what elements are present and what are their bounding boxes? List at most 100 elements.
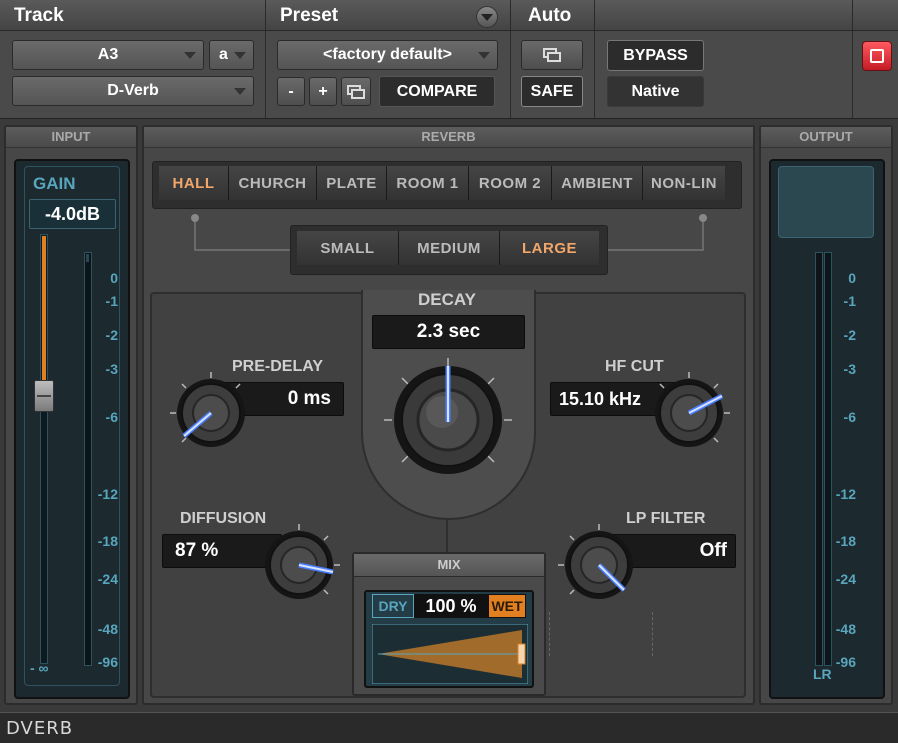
mix-slider[interactable] — [372, 624, 528, 684]
input-scale-label: -6 — [105, 409, 118, 425]
output-meter-left — [815, 252, 823, 666]
input-scale-label: -3 — [105, 361, 118, 377]
output-scale-label: -18 — [835, 533, 856, 549]
track-selector[interactable]: A3 — [12, 40, 204, 70]
copy-settings-button[interactable] — [341, 77, 371, 106]
output-scale-label: -12 — [835, 486, 856, 502]
reverb-title: REVERB — [144, 127, 753, 148]
algorithm-ambient[interactable]: AMBIENT — [552, 166, 643, 200]
output-scale-label: -3 — [843, 361, 856, 377]
output-meter-right — [824, 252, 832, 666]
mix-dry-label[interactable]: DRY — [372, 594, 414, 618]
gain-fader-fill — [42, 236, 46, 392]
input-scale-label: -18 — [97, 533, 118, 549]
bypass-button[interactable]: BYPASS — [607, 40, 704, 71]
decay-knob[interactable] — [378, 352, 518, 482]
predelay-knob[interactable] — [168, 370, 254, 456]
bypass-label: BYPASS — [623, 46, 688, 64]
input-title: INPUT — [6, 127, 136, 148]
track-name: A3 — [97, 46, 119, 63]
track-channel: a — [219, 46, 228, 63]
fader-minimum-label: - ∞ — [30, 660, 49, 676]
lpfilter-knob[interactable] — [556, 522, 642, 608]
hfcut-knob[interactable] — [646, 370, 732, 456]
next-preset-button[interactable]: + — [309, 77, 337, 106]
output-channels-label: LR — [813, 666, 832, 682]
auto-section-label: Auto — [528, 5, 572, 26]
safe-button[interactable]: SAFE — [521, 76, 583, 107]
plugin-name: D-Verb — [107, 82, 159, 99]
input-scale-label: -24 — [97, 571, 118, 587]
preset-name: <factory default> — [323, 46, 452, 63]
plugin-power-button[interactable] — [862, 41, 892, 71]
compare-label: COMPARE — [396, 82, 478, 100]
minus-label: - — [288, 82, 294, 100]
decay-readout[interactable]: 2.3 sec — [372, 315, 525, 349]
chevron-down-icon — [481, 14, 493, 21]
size-selector: SMALL MEDIUM LARGE — [297, 229, 603, 269]
decay-label: DECAY — [418, 290, 476, 309]
decay-mix-connector — [446, 518, 448, 554]
algorithm-room-1[interactable]: ROOM 1 — [387, 166, 469, 200]
diffusion-label: DIFFUSION — [180, 510, 267, 527]
mix-value-readout[interactable]: 100 % — [414, 594, 488, 618]
track-section-label: Track — [14, 5, 64, 26]
previous-preset-button[interactable]: - — [277, 77, 305, 106]
output-title: OUTPUT — [761, 127, 891, 148]
preset-menu-button[interactable] — [476, 6, 498, 28]
algorithm-plate[interactable]: PLATE — [317, 166, 387, 200]
footer: DVERB — [0, 712, 898, 743]
input-scale-label: -1 — [105, 293, 118, 309]
decorative-dash — [652, 612, 654, 656]
automation-icon — [543, 48, 561, 62]
output-scale-label: 0 — [848, 270, 856, 286]
preset-section-label: Preset — [280, 5, 339, 26]
output-scale-label: -48 — [835, 621, 856, 637]
preset-selector[interactable]: <factory default> — [277, 40, 498, 70]
input-scale-label: -48 — [97, 621, 118, 637]
algorithm-hall[interactable]: HALL — [159, 166, 229, 200]
plugin-selector[interactable]: D-Verb — [12, 76, 254, 106]
diffusion-knob[interactable] — [256, 522, 342, 608]
gain-readout[interactable]: -4.0dB — [29, 199, 116, 229]
native-label: Native — [631, 82, 680, 100]
size-large[interactable]: LARGE — [500, 231, 599, 265]
output-scale-label: -2 — [843, 327, 856, 343]
gain-control-frame — [24, 166, 120, 686]
chevron-down-icon — [234, 88, 246, 95]
decorative-dash — [549, 612, 551, 656]
channel-selector[interactable]: a — [209, 40, 254, 70]
plugin-header: Track Preset Auto A3 a D-Verb <factory d… — [0, 0, 898, 119]
output-scale-label: -96 — [835, 654, 856, 670]
input-scale-label: -12 — [97, 486, 118, 502]
power-icon — [870, 49, 884, 63]
fader-grip-line — [37, 395, 51, 397]
mix-title: MIX — [354, 554, 544, 577]
mix-wet-label[interactable]: WET — [488, 594, 526, 618]
native-button[interactable]: Native — [607, 76, 704, 107]
algorithm-non-lin[interactable]: NON-LIN — [643, 166, 725, 200]
header-divider — [510, 0, 511, 118]
header-divider — [594, 0, 595, 118]
input-scale-label: 0 — [110, 270, 118, 286]
size-medium[interactable]: MEDIUM — [399, 231, 500, 265]
chevron-down-icon — [478, 52, 490, 59]
output-scale-label: -6 — [843, 409, 856, 425]
header-divider — [265, 0, 266, 118]
chevron-down-icon — [184, 52, 196, 59]
output-scale-label: -24 — [835, 571, 856, 587]
gain-fader-handle[interactable] — [34, 380, 54, 412]
output-clip-display[interactable] — [778, 166, 874, 238]
safe-label: SAFE — [530, 82, 574, 100]
size-small[interactable]: SMALL — [297, 231, 399, 265]
input-clip-indicator — [86, 254, 89, 262]
mix-slider-handle[interactable] — [517, 643, 526, 665]
algorithm-church[interactable]: CHURCH — [229, 166, 317, 200]
algorithm-room-2[interactable]: ROOM 2 — [469, 166, 552, 200]
compare-button[interactable]: COMPARE — [379, 76, 495, 107]
input-level-meter — [84, 252, 92, 666]
gain-label: GAIN — [33, 174, 76, 193]
automation-button[interactable] — [521, 40, 583, 70]
input-scale-label: -2 — [105, 327, 118, 343]
header-divider — [852, 0, 853, 118]
